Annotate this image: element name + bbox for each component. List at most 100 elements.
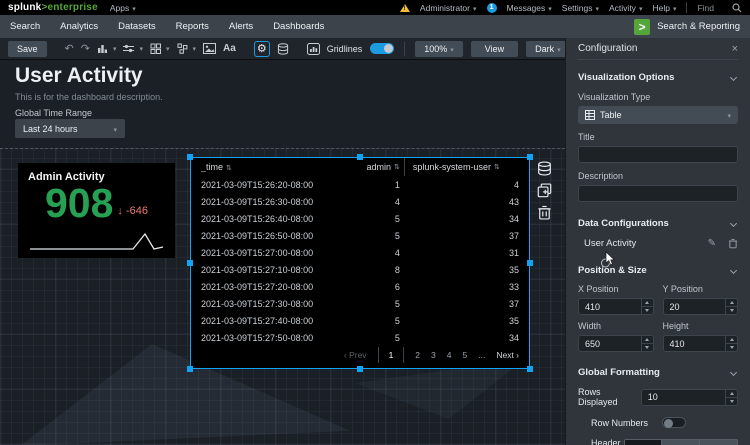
stepper[interactable]	[725, 299, 737, 314]
find-search-input[interactable]: Find	[697, 3, 742, 13]
next-page-button[interactable]: Next ›	[496, 350, 519, 360]
table-cell: 5	[346, 231, 403, 241]
gridlines-toggle[interactable]	[370, 43, 394, 54]
undo-icon[interactable]: ↶	[65, 42, 74, 55]
add-shapes-button[interactable]	[177, 43, 197, 54]
table-row[interactable]: 2021-03-09T15:27:30-08:00537	[191, 295, 529, 312]
data-sources-button[interactable]	[277, 43, 289, 55]
administrator-menu[interactable]: Administrator	[420, 3, 477, 13]
table-row[interactable]: 2021-03-09T15:26:20-08:0014	[191, 176, 529, 193]
dashboard-canvas[interactable]: User Activity This is for the dashboard …	[0, 61, 565, 445]
header-row-option-hidden[interactable]: Hidden	[700, 439, 738, 445]
search-icon[interactable]	[732, 3, 742, 13]
defaults-button[interactable]	[307, 43, 320, 55]
resize-handle-w[interactable]	[187, 260, 193, 266]
row-numbers-toggle[interactable]	[662, 417, 686, 428]
table-row[interactable]: 2021-03-09T15:27:00-08:00431	[191, 244, 529, 261]
x-position-input[interactable]: 410	[578, 298, 654, 315]
edit-icon[interactable]: ✎	[708, 238, 716, 249]
visualization-type-select[interactable]: Table	[578, 106, 738, 124]
redo-icon[interactable]: ↷	[81, 42, 90, 55]
width-input[interactable]: 650	[578, 335, 654, 352]
page-button-1[interactable]: 1	[378, 347, 405, 363]
trash-icon[interactable]	[537, 205, 552, 220]
page-button-3[interactable]: 3	[431, 350, 436, 360]
theme-dropdown[interactable]: Dark	[526, 41, 570, 57]
table-panel[interactable]: _time admin splunk-system-user 2021-03-0…	[190, 157, 530, 369]
nav-item-reports[interactable]: Reports	[176, 21, 209, 32]
stepper[interactable]	[641, 336, 653, 351]
header-row-option-fixed[interactable]: Fixed	[662, 439, 700, 445]
section-global-formatting[interactable]: Global Formatting	[578, 365, 738, 379]
add-input-button[interactable]	[123, 43, 143, 54]
description-input[interactable]	[578, 185, 738, 202]
table-row[interactable]: 2021-03-09T15:26:40-08:00534	[191, 210, 529, 227]
duplicate-icon[interactable]	[537, 183, 552, 198]
table-row[interactable]: 2021-03-09T15:27:20-08:00633	[191, 278, 529, 295]
trash-icon[interactable]	[728, 238, 738, 249]
nav-item-datasets[interactable]: Datasets	[118, 21, 156, 32]
search-reporting-app-icon[interactable]: >	[634, 19, 650, 35]
zoom-dropdown[interactable]: 100%	[415, 41, 463, 57]
add-layout-button[interactable]	[150, 43, 170, 54]
header-row-option-inline[interactable]: Inline	[624, 439, 662, 445]
resize-handle-n[interactable]	[357, 154, 363, 160]
nav-item-analytics[interactable]: Analytics	[60, 21, 98, 32]
nav-item-dashboards[interactable]: Dashboards	[273, 21, 324, 32]
height-input[interactable]: 410	[663, 335, 739, 352]
gear-icon: ⚙	[257, 42, 267, 55]
search-reporting-app-label[interactable]: Search & Reporting	[657, 21, 740, 32]
help-menu[interactable]: Help	[652, 3, 676, 13]
table-cell: 34	[404, 214, 529, 224]
stepper[interactable]	[641, 299, 653, 314]
table-cell: 5	[346, 299, 403, 309]
single-value-panel[interactable]: Admin Activity 908 ↓ -646	[18, 163, 175, 258]
y-position-input[interactable]: 20	[663, 298, 739, 315]
resize-handle-ne[interactable]	[527, 154, 533, 160]
title-input[interactable]	[578, 146, 738, 163]
section-visualization-options[interactable]: Visualization Options	[578, 70, 738, 84]
resize-handle-sw[interactable]	[187, 366, 193, 372]
table-row[interactable]: 2021-03-09T15:26:50-08:00537	[191, 227, 529, 244]
page-button-4[interactable]: 4	[447, 350, 452, 360]
height-label: Height	[663, 321, 739, 331]
page-button-2[interactable]: 2	[415, 350, 420, 360]
stepper[interactable]	[725, 390, 737, 405]
resize-handle-s[interactable]	[357, 366, 363, 372]
table-row[interactable]: 2021-03-09T15:26:30-08:00443	[191, 193, 529, 210]
apps-menu[interactable]: Apps	[110, 3, 136, 13]
add-text-button[interactable]: Aa	[223, 43, 236, 54]
add-chart-button[interactable]	[97, 43, 117, 54]
nav-item-alerts[interactable]: Alerts	[229, 21, 253, 32]
warning-icon[interactable]: !	[400, 4, 410, 12]
prev-page-button[interactable]: ‹ Prev	[344, 350, 367, 360]
add-image-button[interactable]	[203, 43, 216, 54]
dashboard-description: This is for the dashboard description.	[15, 92, 163, 102]
table-row[interactable]: 2021-03-09T15:27:10-08:00835	[191, 261, 529, 278]
save-button[interactable]: Save	[8, 41, 47, 57]
activity-menu[interactable]: Activity	[609, 3, 642, 13]
view-button[interactable]: View	[471, 41, 518, 57]
column-header-admin[interactable]: admin	[346, 162, 403, 172]
close-icon[interactable]: ×	[732, 43, 738, 55]
settings-menu[interactable]: Settings	[562, 3, 599, 13]
configuration-toggle-button[interactable]: ⚙	[254, 41, 270, 57]
table-row[interactable]: 2021-03-09T15:27:50-08:00534	[191, 329, 529, 346]
table-cell: 5	[346, 214, 403, 224]
resize-handle-nw[interactable]	[187, 154, 193, 160]
nav-item-search[interactable]: Search	[10, 21, 40, 32]
rows-displayed-input[interactable]: 10	[641, 389, 738, 406]
section-data-configurations[interactable]: Data Configurations	[578, 216, 738, 230]
data-source-icon[interactable]	[537, 161, 552, 176]
data-source-row[interactable]: User Activity ✎	[584, 238, 738, 249]
page-button-5[interactable]: 5	[463, 350, 468, 360]
time-range-dropdown[interactable]: Last 24 hours	[15, 119, 125, 138]
messages-menu[interactable]: Messages	[507, 3, 552, 13]
column-header-splunk-system-user[interactable]: splunk-system-user	[404, 158, 529, 176]
table-row[interactable]: 2021-03-09T15:27:40-08:00535	[191, 312, 529, 329]
resize-handle-se[interactable]	[527, 366, 533, 372]
stepper[interactable]	[725, 336, 737, 351]
chevron-down-icon	[730, 266, 737, 273]
column-header-time[interactable]: _time	[191, 162, 346, 172]
resize-handle-e[interactable]	[527, 260, 533, 266]
